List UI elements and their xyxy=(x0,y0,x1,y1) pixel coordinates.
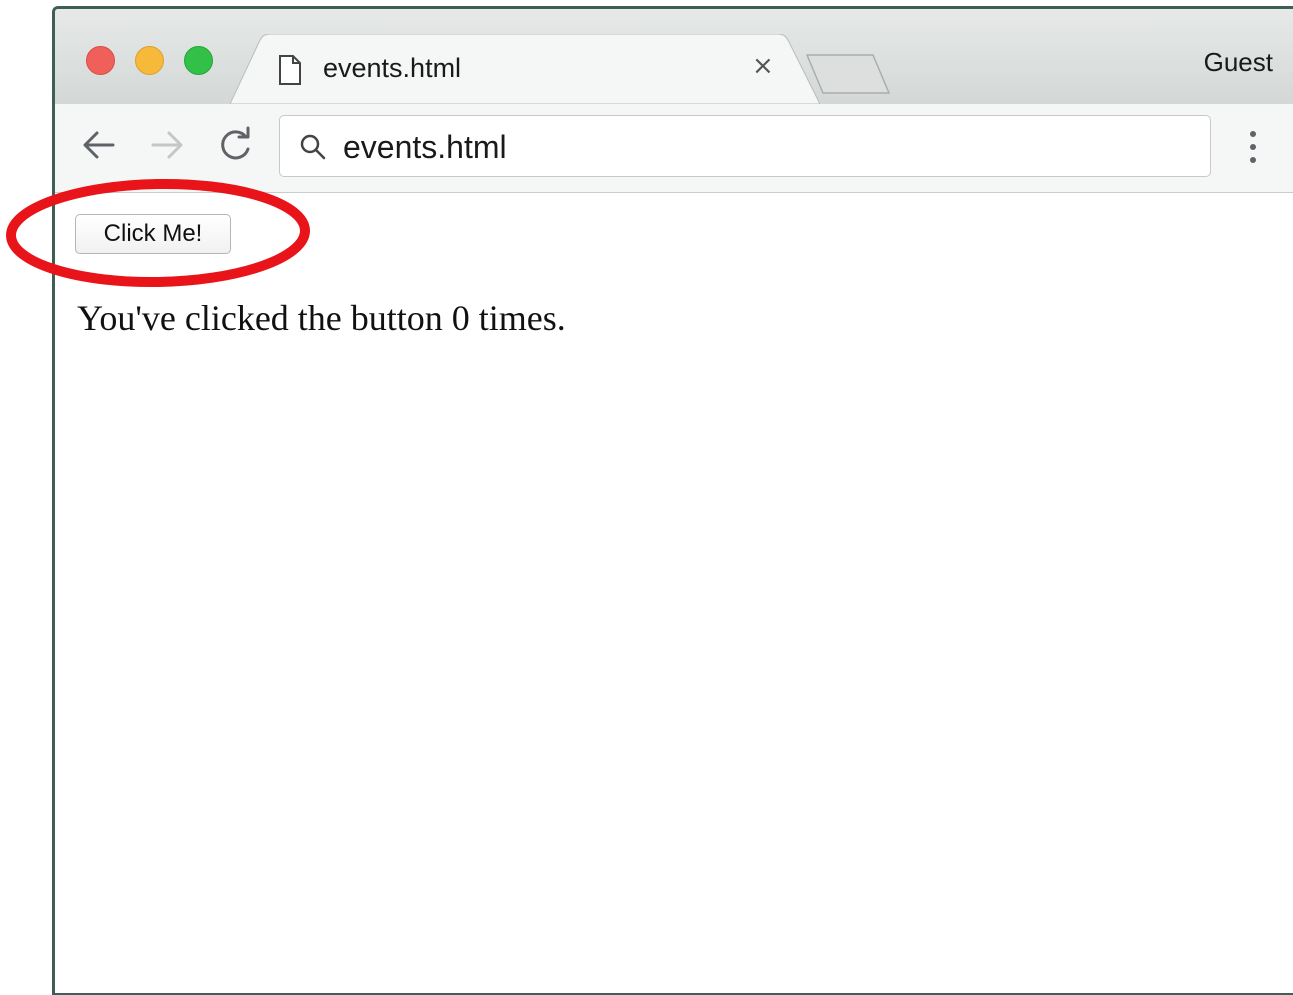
address-bar-text[interactable]: events.html xyxy=(343,129,507,166)
page-icon xyxy=(279,55,301,85)
tab-close-icon[interactable]: × xyxy=(752,51,774,81)
window-minimize-button[interactable] xyxy=(135,46,164,75)
click-me-button[interactable]: Click Me! xyxy=(75,214,231,254)
search-icon xyxy=(300,134,326,160)
reload-icon[interactable] xyxy=(215,125,255,165)
more-vertical-icon[interactable] xyxy=(1247,129,1259,165)
arrow-right-icon[interactable] xyxy=(147,125,187,165)
tab-background xyxy=(230,34,820,104)
page-content: Click Me! You've clicked the button 0 ti… xyxy=(55,193,1293,993)
title-bar: events.html × Guest xyxy=(55,9,1293,104)
browser-window: events.html × Guest events.html Click Me… xyxy=(52,6,1293,995)
window-zoom-button[interactable] xyxy=(184,46,213,75)
toolbar: events.html xyxy=(55,104,1293,193)
window-close-button[interactable] xyxy=(86,46,115,75)
new-tab-button[interactable] xyxy=(803,51,893,97)
screenshot: events.html × Guest events.html Click Me… xyxy=(0,0,1293,995)
profile-label[interactable]: Guest xyxy=(1204,47,1273,78)
tab-events[interactable]: events.html × xyxy=(230,34,820,104)
arrow-left-icon[interactable] xyxy=(79,125,119,165)
tab-title: events.html xyxy=(323,53,462,83)
address-bar[interactable]: events.html xyxy=(279,115,1211,177)
click-counter-text: You've clicked the button 0 times. xyxy=(77,298,566,338)
